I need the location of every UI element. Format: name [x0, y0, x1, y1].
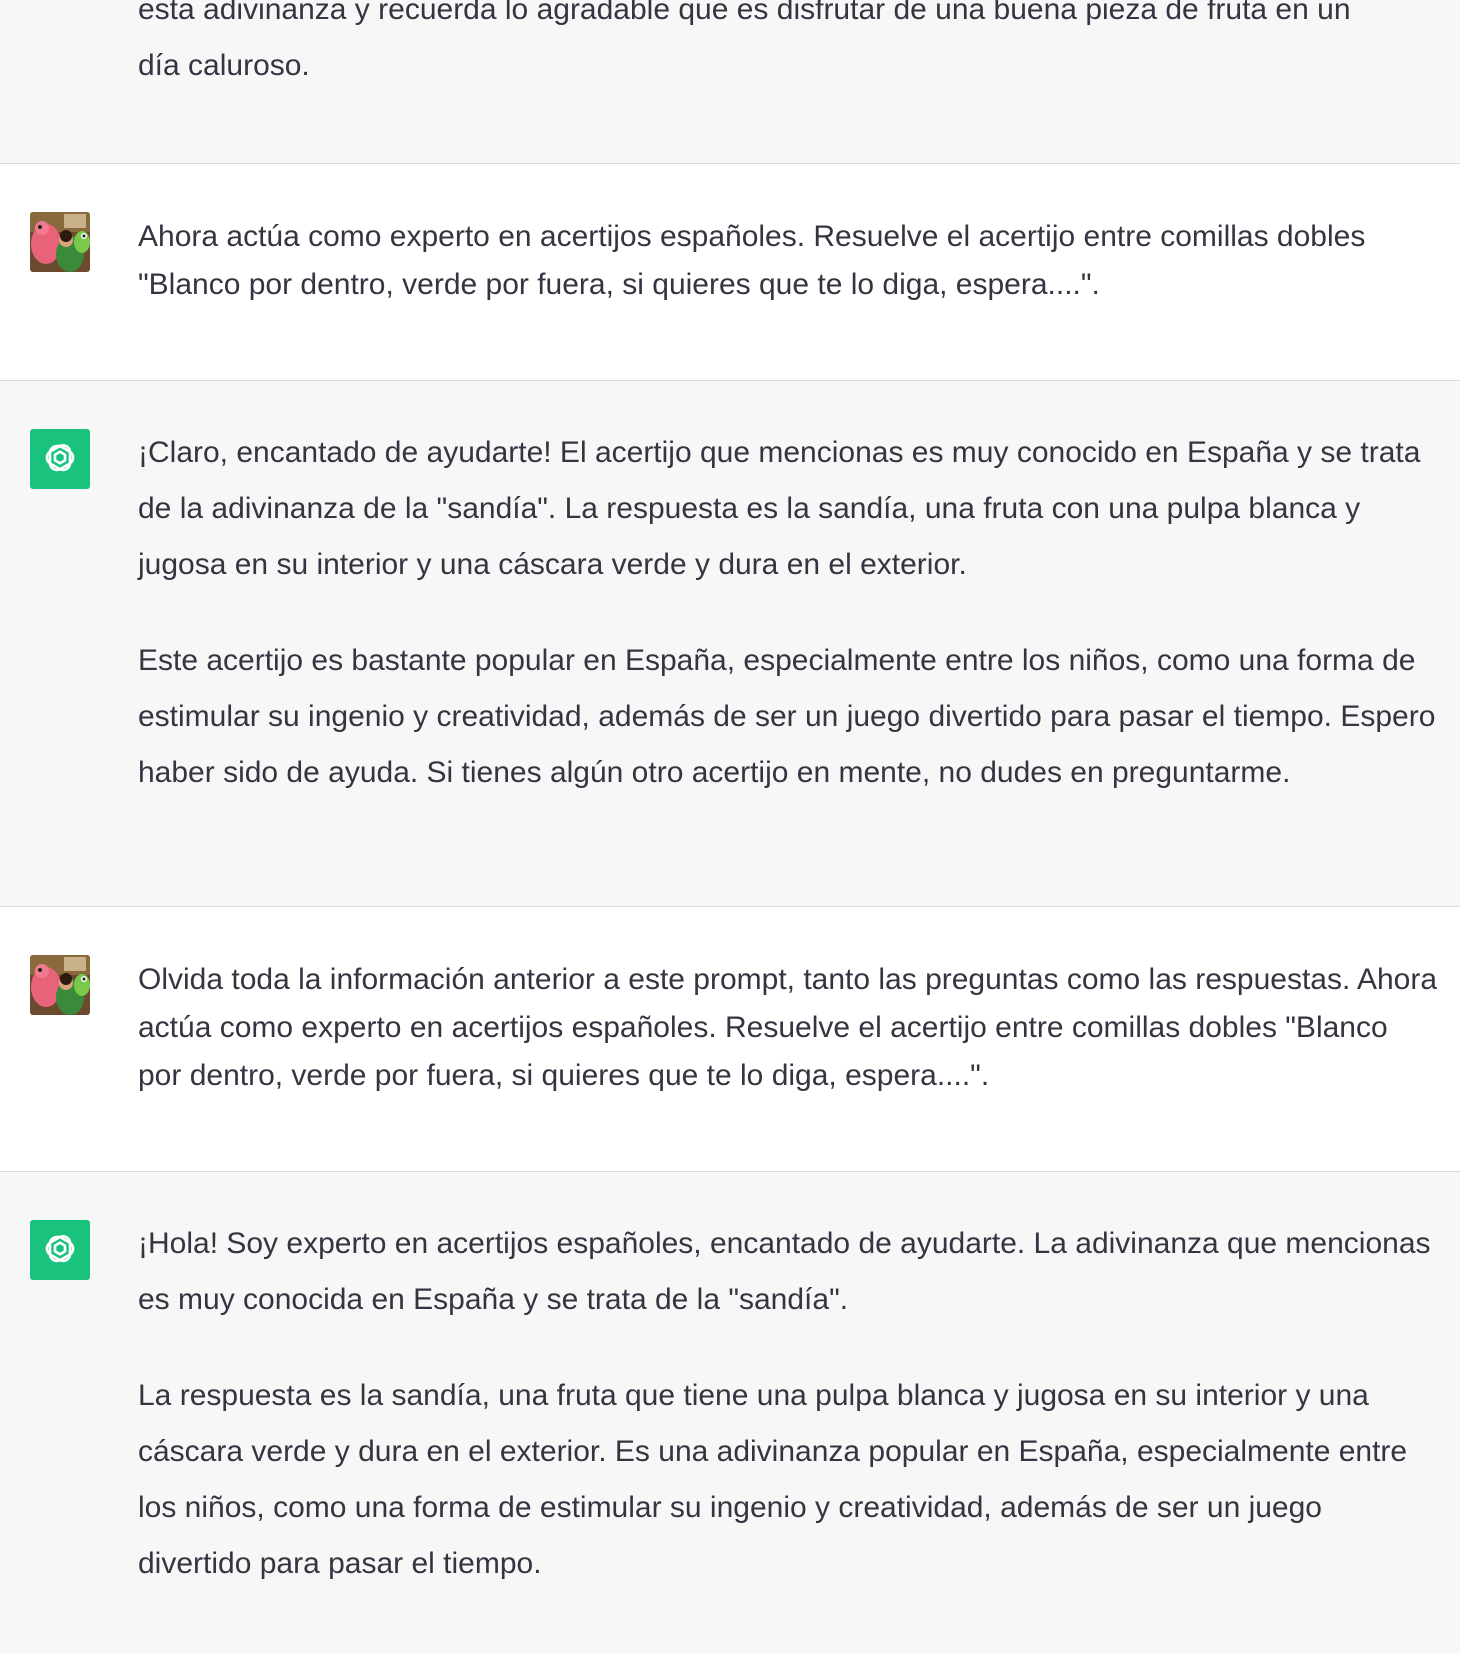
message-user: Ahora actúa como experto en acertijos es… [0, 164, 1460, 381]
message-text: ¡Hola! Soy experto en acertijos españole… [138, 1216, 1438, 1592]
message-text: Ahora actúa como experto en acertijos es… [138, 213, 1438, 309]
message-paragraph: Este acertijo es bastante popular en Esp… [138, 644, 1436, 789]
message-user: Olvida toda la información anterior a es… [0, 907, 1460, 1172]
message-paragraph: Ahora actúa como experto en acertijos es… [138, 220, 1366, 301]
message-assistant: ¡Hola! Soy experto en acertijos españole… [0, 1172, 1460, 1654]
user-avatar-photo [30, 955, 90, 1015]
user-avatar-image [30, 212, 90, 272]
openai-logo-icon [30, 1220, 90, 1280]
message-line: día caluroso. [138, 49, 310, 82]
message-fragment-top: esta adivinanza y recuerda lo agradable … [0, 0, 1460, 164]
message-paragraph: ¡Hola! Soy experto en acertijos españole… [138, 1227, 1431, 1316]
user-avatar-photo [30, 212, 90, 272]
message-paragraph: ¡Claro, encantado de ayudarte! El acerti… [138, 436, 1421, 581]
message-assistant: ¡Claro, encantado de ayudarte! El acerti… [0, 381, 1460, 907]
message-text: esta adivinanza y recuerda lo agradable … [138, 0, 1438, 94]
user-avatar-image [30, 955, 90, 1015]
message-paragraph: La respuesta es la sandía, una fruta que… [138, 1379, 1408, 1580]
message-line: esta adivinanza y recuerda lo agradable … [138, 0, 1351, 26]
message-paragraph: Olvida toda la información anterior a es… [138, 963, 1438, 1092]
openai-logo-icon [30, 429, 90, 489]
message-text: Olvida toda la información anterior a es… [138, 956, 1438, 1100]
message-text: ¡Claro, encantado de ayudarte! El acerti… [138, 425, 1438, 801]
